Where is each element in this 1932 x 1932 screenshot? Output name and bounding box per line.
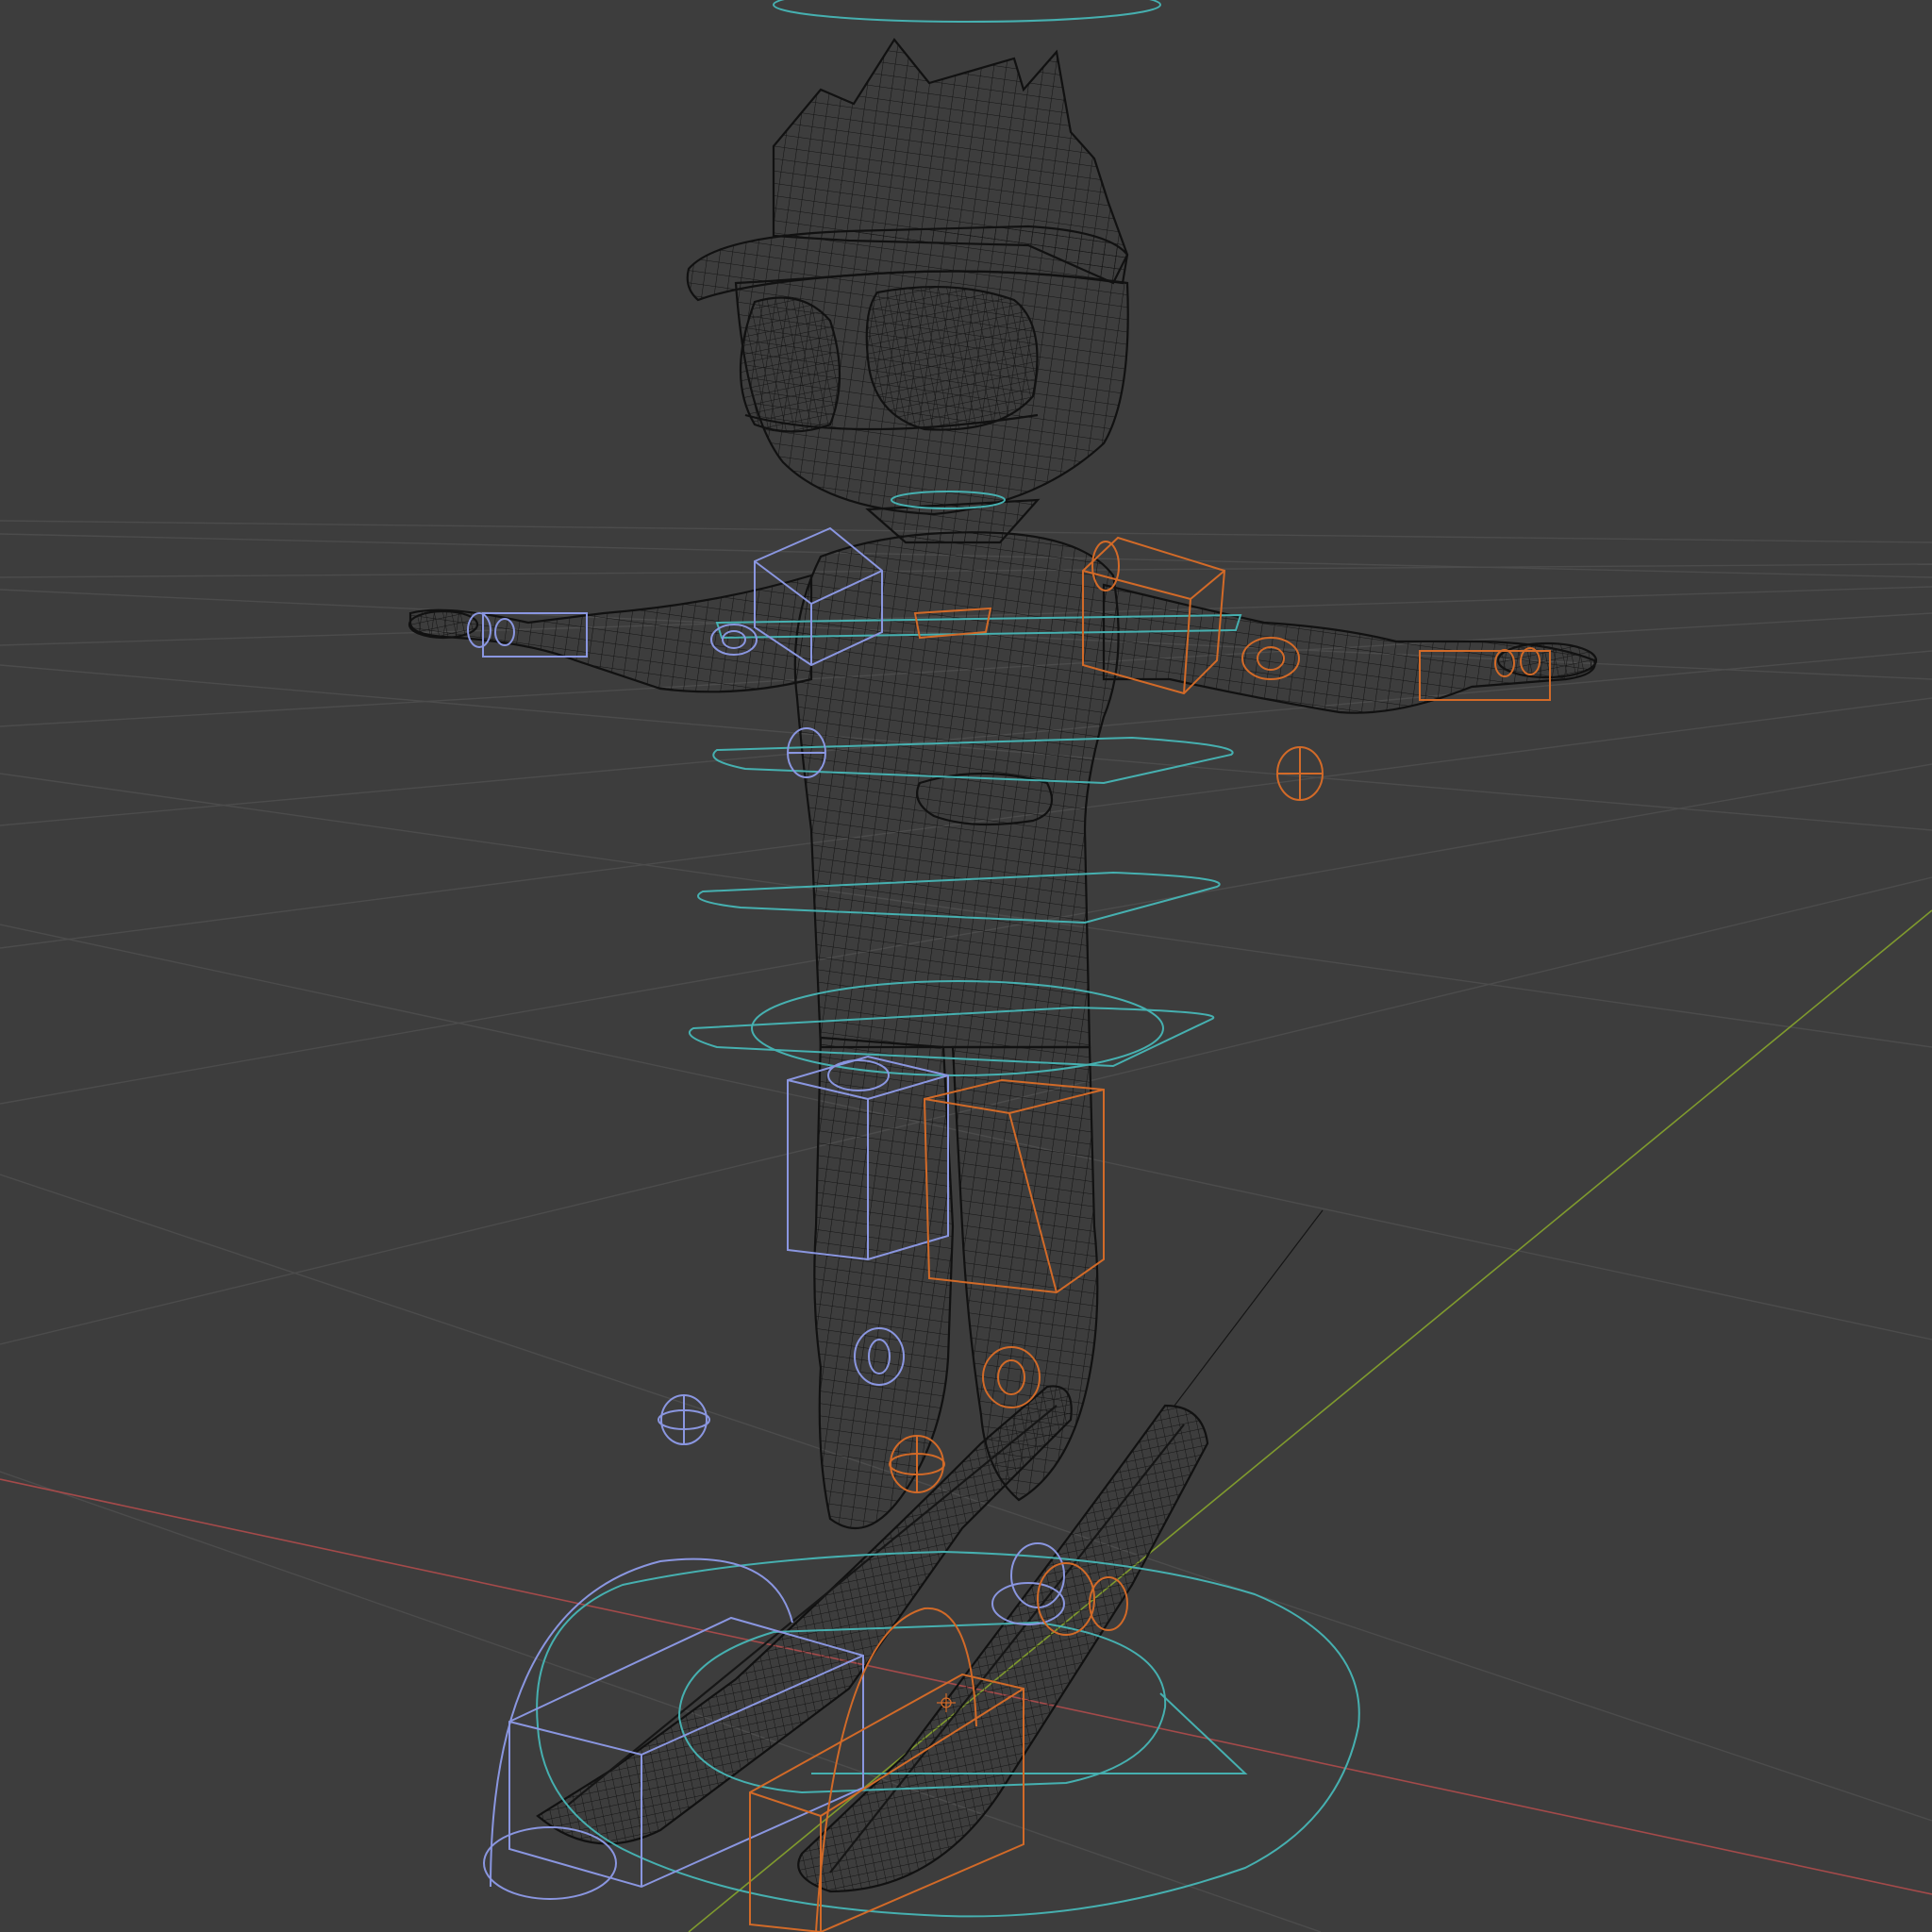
knee-left-pole-control[interactable] <box>658 1394 710 1445</box>
goggle-left <box>739 296 841 433</box>
goggle-right <box>865 285 1039 431</box>
3d-viewport[interactable] <box>0 0 1932 1932</box>
shoulder-right-pole-control[interactable] <box>1276 746 1324 801</box>
hand-left <box>408 609 479 640</box>
viewport-canvas[interactable] <box>0 0 1932 1932</box>
torso <box>793 531 1120 1049</box>
head-control[interactable] <box>773 0 1161 23</box>
hand-right <box>1496 641 1598 679</box>
character-mesh[interactable] <box>408 38 1598 1893</box>
camera-guide-line <box>1174 1209 1324 1407</box>
